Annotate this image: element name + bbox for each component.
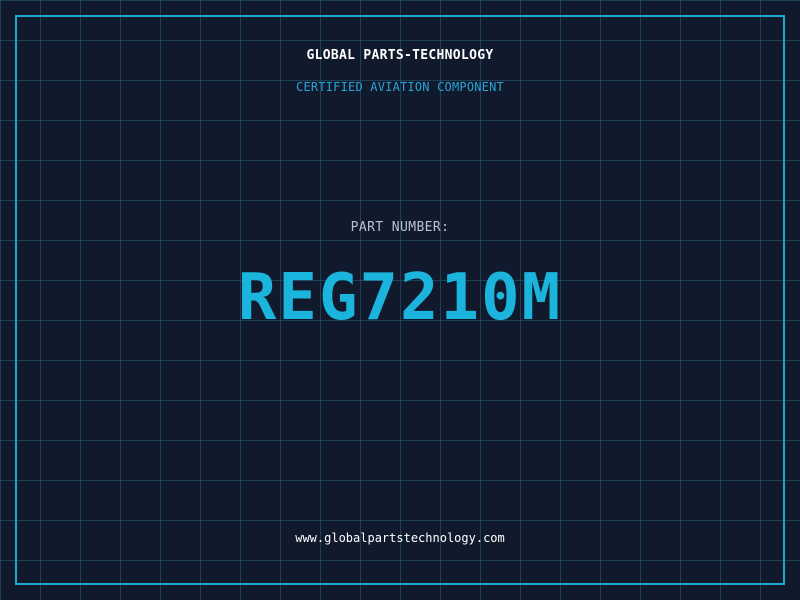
company-name: GLOBAL PARTS-TECHNOLOGY (306, 48, 494, 63)
website-url: www.globalpartstechnology.com (295, 531, 505, 545)
certification-tagline: CERTIFIED AVIATION COMPONENT (296, 80, 504, 94)
part-number-label: PART NUMBER: (350, 220, 450, 235)
part-number-value: REG7210M (237, 261, 563, 335)
part-label-card: GLOBAL PARTS-TECHNOLOGY CERTIFIED AVIATI… (0, 0, 800, 600)
